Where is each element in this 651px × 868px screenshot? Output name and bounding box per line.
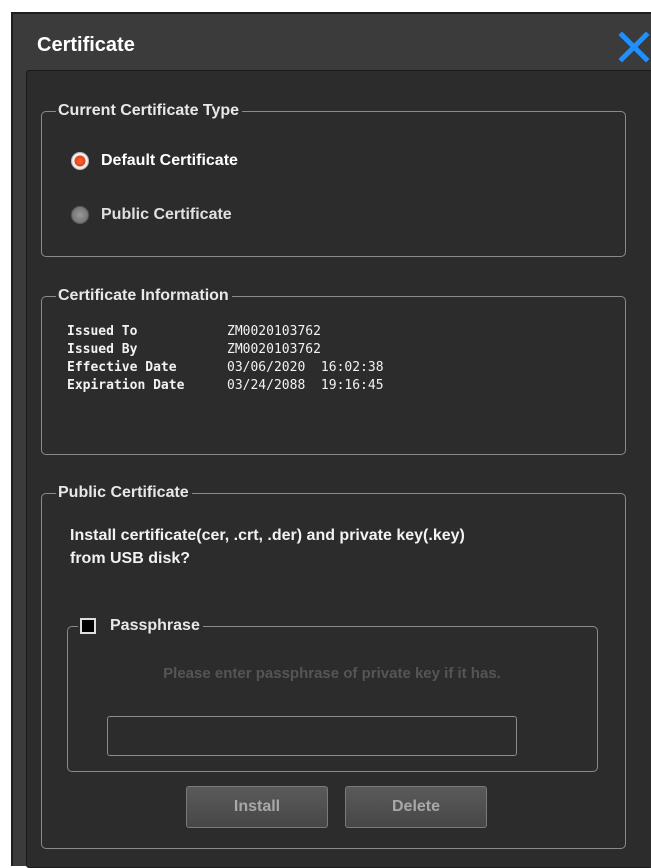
install-question: Install certificate(cer, .crt, .der) and… bbox=[70, 524, 610, 570]
radio-unselected-icon[interactable] bbox=[71, 206, 89, 224]
dialog-body: Current Certificate Type Default Certifi… bbox=[26, 70, 651, 868]
close-icon[interactable] bbox=[618, 31, 650, 63]
dialog-title: Certificate bbox=[37, 34, 135, 56]
info-key: Expiration Date bbox=[67, 378, 185, 393]
certificate-info-legend: Certificate Information bbox=[56, 286, 232, 306]
public-certificate-legend: Public Certificate bbox=[56, 483, 192, 503]
passphrase-checkbox[interactable] bbox=[80, 617, 96, 634]
install-button[interactable]: Install bbox=[186, 786, 328, 828]
info-key: Issued By bbox=[67, 342, 138, 357]
passphrase-label: Passphrase bbox=[110, 617, 200, 634]
certificate-info-group: Certificate Information Issued To ZM0020… bbox=[41, 286, 626, 455]
info-key: Issued To bbox=[67, 324, 138, 339]
info-key: Effective Date bbox=[67, 360, 177, 375]
info-row-expiration-date: Expiration Date 03/24/2088 19:16:45 bbox=[67, 377, 384, 395]
certificate-info-table: Issued To ZM0020103762 Issued By ZM00201… bbox=[67, 323, 384, 395]
install-question-line1: Install certificate(cer, .crt, .der) and… bbox=[70, 527, 465, 544]
certificate-type-group: Current Certificate Type Default Certifi… bbox=[41, 101, 626, 257]
info-row-issued-to: Issued To ZM0020103762 bbox=[67, 323, 384, 341]
radio-default-certificate[interactable]: Default Certificate bbox=[71, 150, 238, 172]
certificate-dialog: Certificate Current Certificate Type Def… bbox=[11, 12, 651, 868]
certificate-type-legend: Current Certificate Type bbox=[56, 101, 243, 121]
passphrase-input[interactable] bbox=[107, 716, 517, 756]
public-certificate-group: Public Certificate Install certificate(c… bbox=[41, 483, 626, 849]
info-value: ZM0020103762 bbox=[227, 342, 321, 357]
passphrase-legend: Passphrase bbox=[78, 616, 203, 636]
passphrase-hint: Please enter passphrase of private key i… bbox=[163, 665, 501, 682]
radio-public-certificate[interactable]: Public Certificate bbox=[71, 204, 232, 226]
info-value: 03/06/2020 16:02:38 bbox=[227, 360, 384, 375]
radio-selected-icon[interactable] bbox=[71, 152, 89, 170]
info-row-issued-by: Issued By ZM0020103762 bbox=[67, 341, 384, 359]
delete-button[interactable]: Delete bbox=[345, 786, 487, 828]
radio-public-label: Public Certificate bbox=[101, 206, 232, 223]
title-bar: Certificate bbox=[13, 14, 651, 70]
info-value: 03/24/2088 19:16:45 bbox=[227, 378, 384, 393]
info-value: ZM0020103762 bbox=[227, 324, 321, 339]
passphrase-group: Passphrase Please enter passphrase of pr… bbox=[67, 616, 598, 772]
radio-default-label: Default Certificate bbox=[101, 152, 238, 169]
install-question-line2: from USB disk? bbox=[70, 550, 191, 567]
info-row-effective-date: Effective Date 03/06/2020 16:02:38 bbox=[67, 359, 384, 377]
